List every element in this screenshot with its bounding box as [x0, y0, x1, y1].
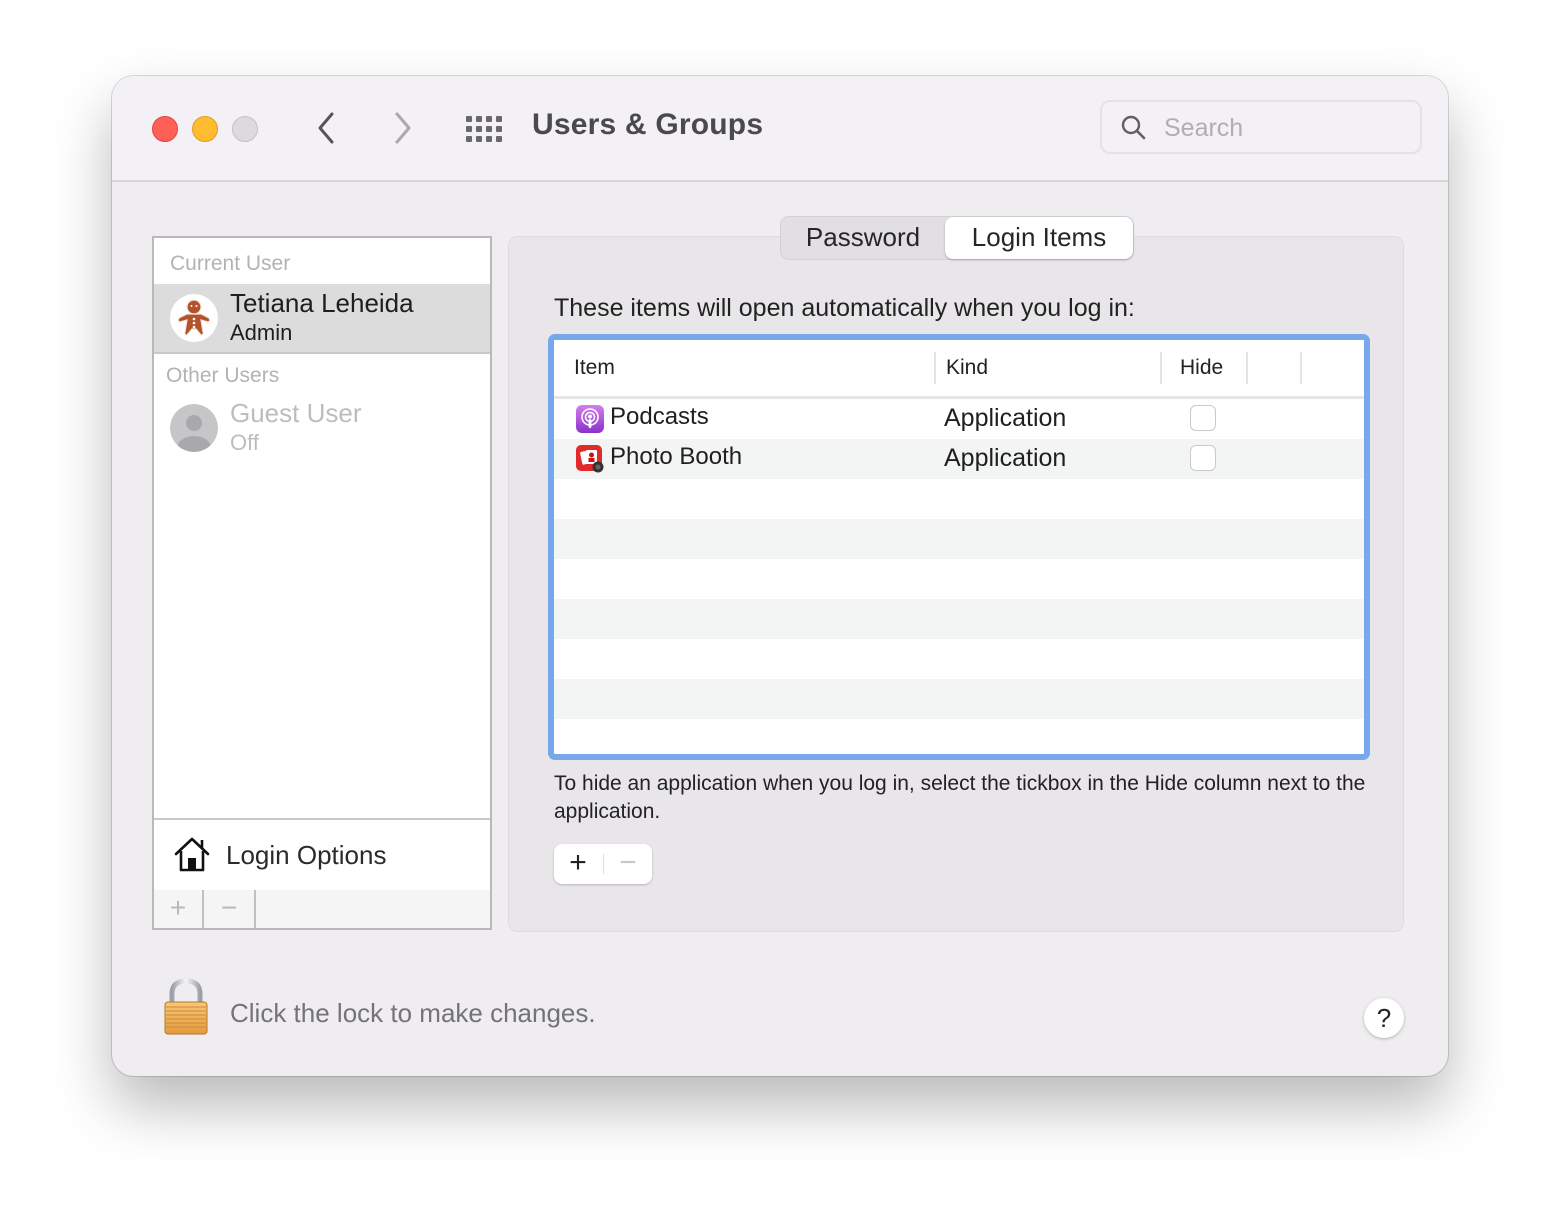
search-field[interactable] — [1100, 100, 1422, 154]
other-users-section-label: Other Users — [166, 364, 280, 387]
window-title: Users & Groups — [532, 108, 764, 141]
item-name: Podcasts — [610, 403, 709, 430]
hide-checkbox[interactable] — [1190, 445, 1216, 471]
guest-user-status: Off — [230, 430, 259, 455]
login-options-item[interactable]: Login Options — [154, 818, 490, 892]
column-divider[interactable] — [1246, 352, 1248, 384]
hide-hint-text: To hide an application when you log in, … — [554, 772, 1366, 823]
search-input[interactable] — [1162, 110, 1406, 146]
zoom-button[interactable] — [232, 116, 258, 142]
current-user-role: Admin — [230, 320, 293, 345]
hide-checkbox[interactable] — [1190, 405, 1216, 431]
tab-login-items[interactable]: Login Items — [945, 217, 1133, 259]
table-body: Podcasts Application Photo Booth Applica… — [554, 399, 1364, 754]
guest-user-avatar-icon — [170, 404, 218, 452]
tab-bar: Password Login Items — [780, 216, 1134, 260]
item-kind: Application — [944, 444, 1067, 472]
user-list: Current User Tetiana Leheida Admin Other… — [152, 236, 492, 930]
add-user-button[interactable]: + — [154, 890, 204, 928]
table-row[interactable]: Podcasts Application — [554, 399, 1364, 439]
user-row-current[interactable]: Tetiana Leheida Admin — [154, 284, 490, 354]
back-button[interactable] — [312, 110, 342, 146]
show-all-grid-icon[interactable] — [464, 114, 504, 144]
login-items-table[interactable]: Item Kind Hide Podcasts Application Phot… — [548, 334, 1370, 760]
empty-row — [554, 639, 1364, 679]
lock-icon[interactable] — [162, 978, 210, 1036]
search-icon — [1121, 115, 1146, 140]
login-items-intro: These items will open automatically when… — [554, 294, 1135, 322]
forward-button[interactable] — [387, 110, 417, 146]
empty-row — [554, 479, 1364, 519]
podcasts-icon — [576, 405, 604, 433]
column-divider[interactable] — [1300, 352, 1302, 384]
column-header-kind[interactable]: Kind — [946, 356, 988, 380]
system-preferences-window: Users & Groups Current User Tetiana Lehe… — [112, 76, 1448, 1076]
empty-row — [554, 679, 1364, 719]
table-header: Item Kind Hide — [554, 340, 1364, 399]
login-options-label: Login Options — [226, 840, 387, 870]
lock-status-text: Click the lock to make changes. — [230, 998, 596, 1028]
item-kind: Application — [944, 404, 1067, 432]
tab-password[interactable]: Password — [781, 217, 945, 259]
empty-row — [554, 599, 1364, 639]
remove-login-item-button[interactable]: − — [604, 844, 652, 884]
minimize-button[interactable] — [192, 116, 218, 142]
house-icon — [174, 837, 210, 872]
item-name: Photo Booth — [610, 443, 743, 470]
close-button[interactable] — [152, 116, 178, 142]
guest-user-name: Guest User — [230, 398, 362, 428]
empty-row — [554, 719, 1364, 754]
photo-booth-icon — [576, 445, 604, 473]
add-login-item-button[interactable]: + — [554, 844, 602, 884]
toolbar: Users & Groups — [112, 76, 1448, 182]
column-divider[interactable] — [934, 352, 936, 384]
remove-user-button[interactable]: − — [204, 890, 256, 928]
help-button[interactable]: ? — [1364, 998, 1404, 1038]
user-list-footer: + − — [154, 890, 490, 928]
user-row-guest[interactable]: Guest User Off — [154, 394, 490, 462]
current-user-section-label: Current User — [170, 252, 291, 275]
gingerbread-avatar-icon — [170, 294, 218, 342]
current-user-name: Tetiana Leheida — [230, 288, 414, 318]
column-divider[interactable] — [1160, 352, 1162, 384]
add-remove-control: + − — [554, 844, 652, 884]
table-row[interactable]: Photo Booth Application — [554, 439, 1364, 479]
column-header-hide[interactable]: Hide — [1180, 356, 1223, 380]
empty-row — [554, 559, 1364, 599]
column-header-item[interactable]: Item — [574, 356, 615, 380]
empty-row — [554, 519, 1364, 559]
